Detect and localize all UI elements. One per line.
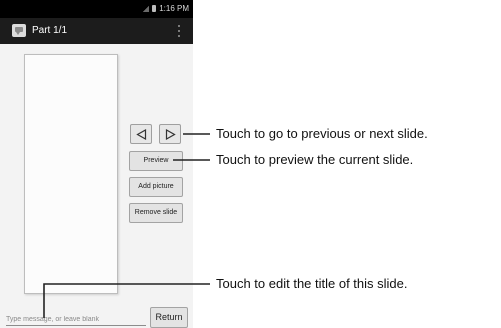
callout-navigate-text: Touch to go to previous or next slide. xyxy=(216,126,428,141)
callout-line-edit-title xyxy=(43,283,210,318)
callout-edit-title-text: Touch to edit the title of this slide. xyxy=(216,276,408,291)
callout-preview-text: Touch to preview the current slide. xyxy=(216,152,414,167)
